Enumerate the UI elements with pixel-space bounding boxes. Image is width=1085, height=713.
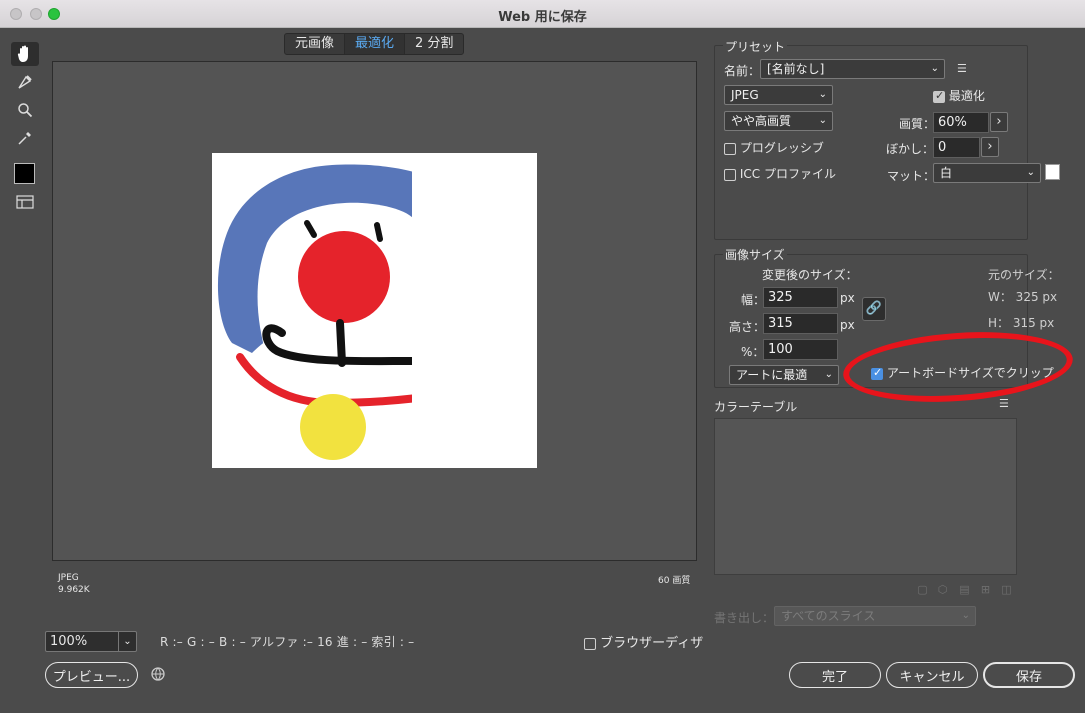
chevron-down-icon: ⌄ <box>1026 167 1035 178</box>
matte-color-swatch[interactable] <box>1045 164 1060 180</box>
browser-dither-checkbox[interactable]: ブラウザーディザ <box>584 632 703 651</box>
preview-quality-note: 60 画質 <box>658 576 691 586</box>
preview-button[interactable]: プレビュー... <box>45 662 138 688</box>
add-color-icon: ⊞ <box>980 583 991 596</box>
resample-method-select[interactable]: アートに最適 ⌄ <box>729 365 839 385</box>
progressive-label: プログレッシブ <box>739 141 824 155</box>
original-width: W： 325 px <box>988 290 1058 304</box>
chevron-down-icon: ⌄ <box>818 115 827 126</box>
export-slices-value: すべてのスライス <box>781 609 876 623</box>
title-bar: Web 用に保存 <box>0 0 1085 28</box>
preview-file-size: 9.962K <box>58 585 90 595</box>
tab-optimized[interactable]: 最適化 <box>344 34 406 54</box>
globe-icon[interactable] <box>151 667 165 681</box>
chevron-down-icon: ⌄ <box>818 89 827 100</box>
preset-name-select[interactable]: [名前なし] ⌄ <box>760 59 945 79</box>
zoom-level-select[interactable]: 100% ⌄ <box>45 631 137 652</box>
browser-dither-label: ブラウザーディザ <box>600 636 704 651</box>
slice-select-tool-icon[interactable] <box>11 70 39 94</box>
browser-dither-box <box>584 637 596 650</box>
preview-format: JPEG <box>58 573 79 583</box>
color-table-menu-icon[interactable]: ☰ <box>999 398 1013 410</box>
matte-value: 白 <box>940 166 953 180</box>
window-title: Web 用に保存 <box>498 10 587 25</box>
trash-icon: ◫ <box>1001 583 1012 596</box>
blur-input[interactable]: 0 <box>933 137 980 158</box>
chevron-down-icon: ⌄ <box>930 63 939 74</box>
optimize-checkbox[interactable]: 最適化 <box>933 87 985 104</box>
artboard-preview-image <box>212 153 537 468</box>
optimize-box <box>933 89 945 103</box>
pixel-color-info: R :– G : – B : – アルファ :– 16 進 : – 索引 : – <box>160 635 415 649</box>
web-shift-icon: ⬡ <box>937 583 948 596</box>
chevron-down-icon: ⌄ <box>118 632 136 651</box>
optimize-label: 最適化 <box>948 89 985 103</box>
percent-input[interactable]: 100 <box>763 339 838 360</box>
hand-tool-icon[interactable] <box>11 42 39 66</box>
zoom-value: 100% <box>50 634 88 649</box>
chevron-down-icon: ⌄ <box>824 369 833 380</box>
save-button[interactable]: 保存 <box>983 662 1075 688</box>
eyedropper-color-swatch[interactable] <box>14 163 35 184</box>
preset-name-label: 名前： <box>724 64 761 78</box>
icc-profile-label: ICC プロファイル <box>739 167 836 181</box>
map-transparency-icon: ▢ <box>917 583 928 596</box>
quality-stepper-button[interactable]: › <box>990 112 1008 132</box>
toggle-slices-visibility-icon[interactable] <box>11 190 39 214</box>
quality-preset-value: やや高画質 <box>731 114 792 128</box>
width-unit: px <box>840 291 855 305</box>
tab-original[interactable]: 元画像 <box>285 34 344 54</box>
cancel-button[interactable]: キャンセル <box>886 662 978 688</box>
blur-label: ぼかし： <box>886 142 935 156</box>
original-height: H： 315 px <box>988 316 1055 330</box>
icc-profile-checkbox[interactable]: ICC プロファイル <box>724 165 836 182</box>
progressive-box <box>724 142 736 155</box>
lock-color-icon: ▤ <box>959 583 970 596</box>
height-unit: px <box>840 318 855 332</box>
matte-select[interactable]: 白 ⌄ <box>933 163 1041 183</box>
constrain-proportions-link-icon[interactable]: 🔗 <box>862 297 886 321</box>
percent-label: %： <box>741 345 765 359</box>
done-button[interactable]: 完了 <box>789 662 881 688</box>
file-format-select[interactable]: JPEG ⌄ <box>724 85 833 105</box>
zoom-tool-icon[interactable] <box>11 98 39 122</box>
quality-label: 画質： <box>899 117 936 131</box>
height-input[interactable]: 315 <box>763 313 838 334</box>
width-label: 幅： <box>741 293 766 307</box>
view-tabs: 元画像 最適化 2 分割 <box>284 33 465 55</box>
export-slices-select[interactable]: すべてのスライス ⌄ <box>774 606 976 626</box>
resample-method-value: アートに最適 <box>736 368 808 382</box>
preset-section-label: プリセット <box>723 38 788 55</box>
chevron-down-icon: ⌄ <box>961 610 970 621</box>
quality-input[interactable]: 60% <box>933 112 989 133</box>
progressive-checkbox[interactable]: プログレッシブ <box>724 139 824 156</box>
blur-stepper-button[interactable]: › <box>981 137 999 157</box>
original-size-label: 元のサイズ： <box>988 268 1060 282</box>
tab-2-up[interactable]: 2 分割 <box>405 34 463 54</box>
quality-preset-select[interactable]: やや高画質 ⌄ <box>724 111 833 131</box>
height-label: 高さ： <box>729 320 766 334</box>
preset-name-value: [名前なし] <box>767 62 825 76</box>
file-format-value: JPEG <box>731 88 759 102</box>
icc-profile-box <box>724 168 736 181</box>
export-label: 書き出し： <box>714 611 775 625</box>
matte-label: マット： <box>887 169 936 183</box>
color-table-label: カラーテーブル <box>714 400 798 414</box>
width-input[interactable]: 325 <box>763 287 838 308</box>
new-size-label: 変更後のサイズ： <box>762 268 858 282</box>
color-table <box>714 418 1017 575</box>
eyedropper-tool-icon[interactable] <box>11 126 39 150</box>
preset-menu-icon[interactable]: ☰ <box>957 63 971 75</box>
image-size-section-label: 画像サイズ <box>723 246 787 263</box>
